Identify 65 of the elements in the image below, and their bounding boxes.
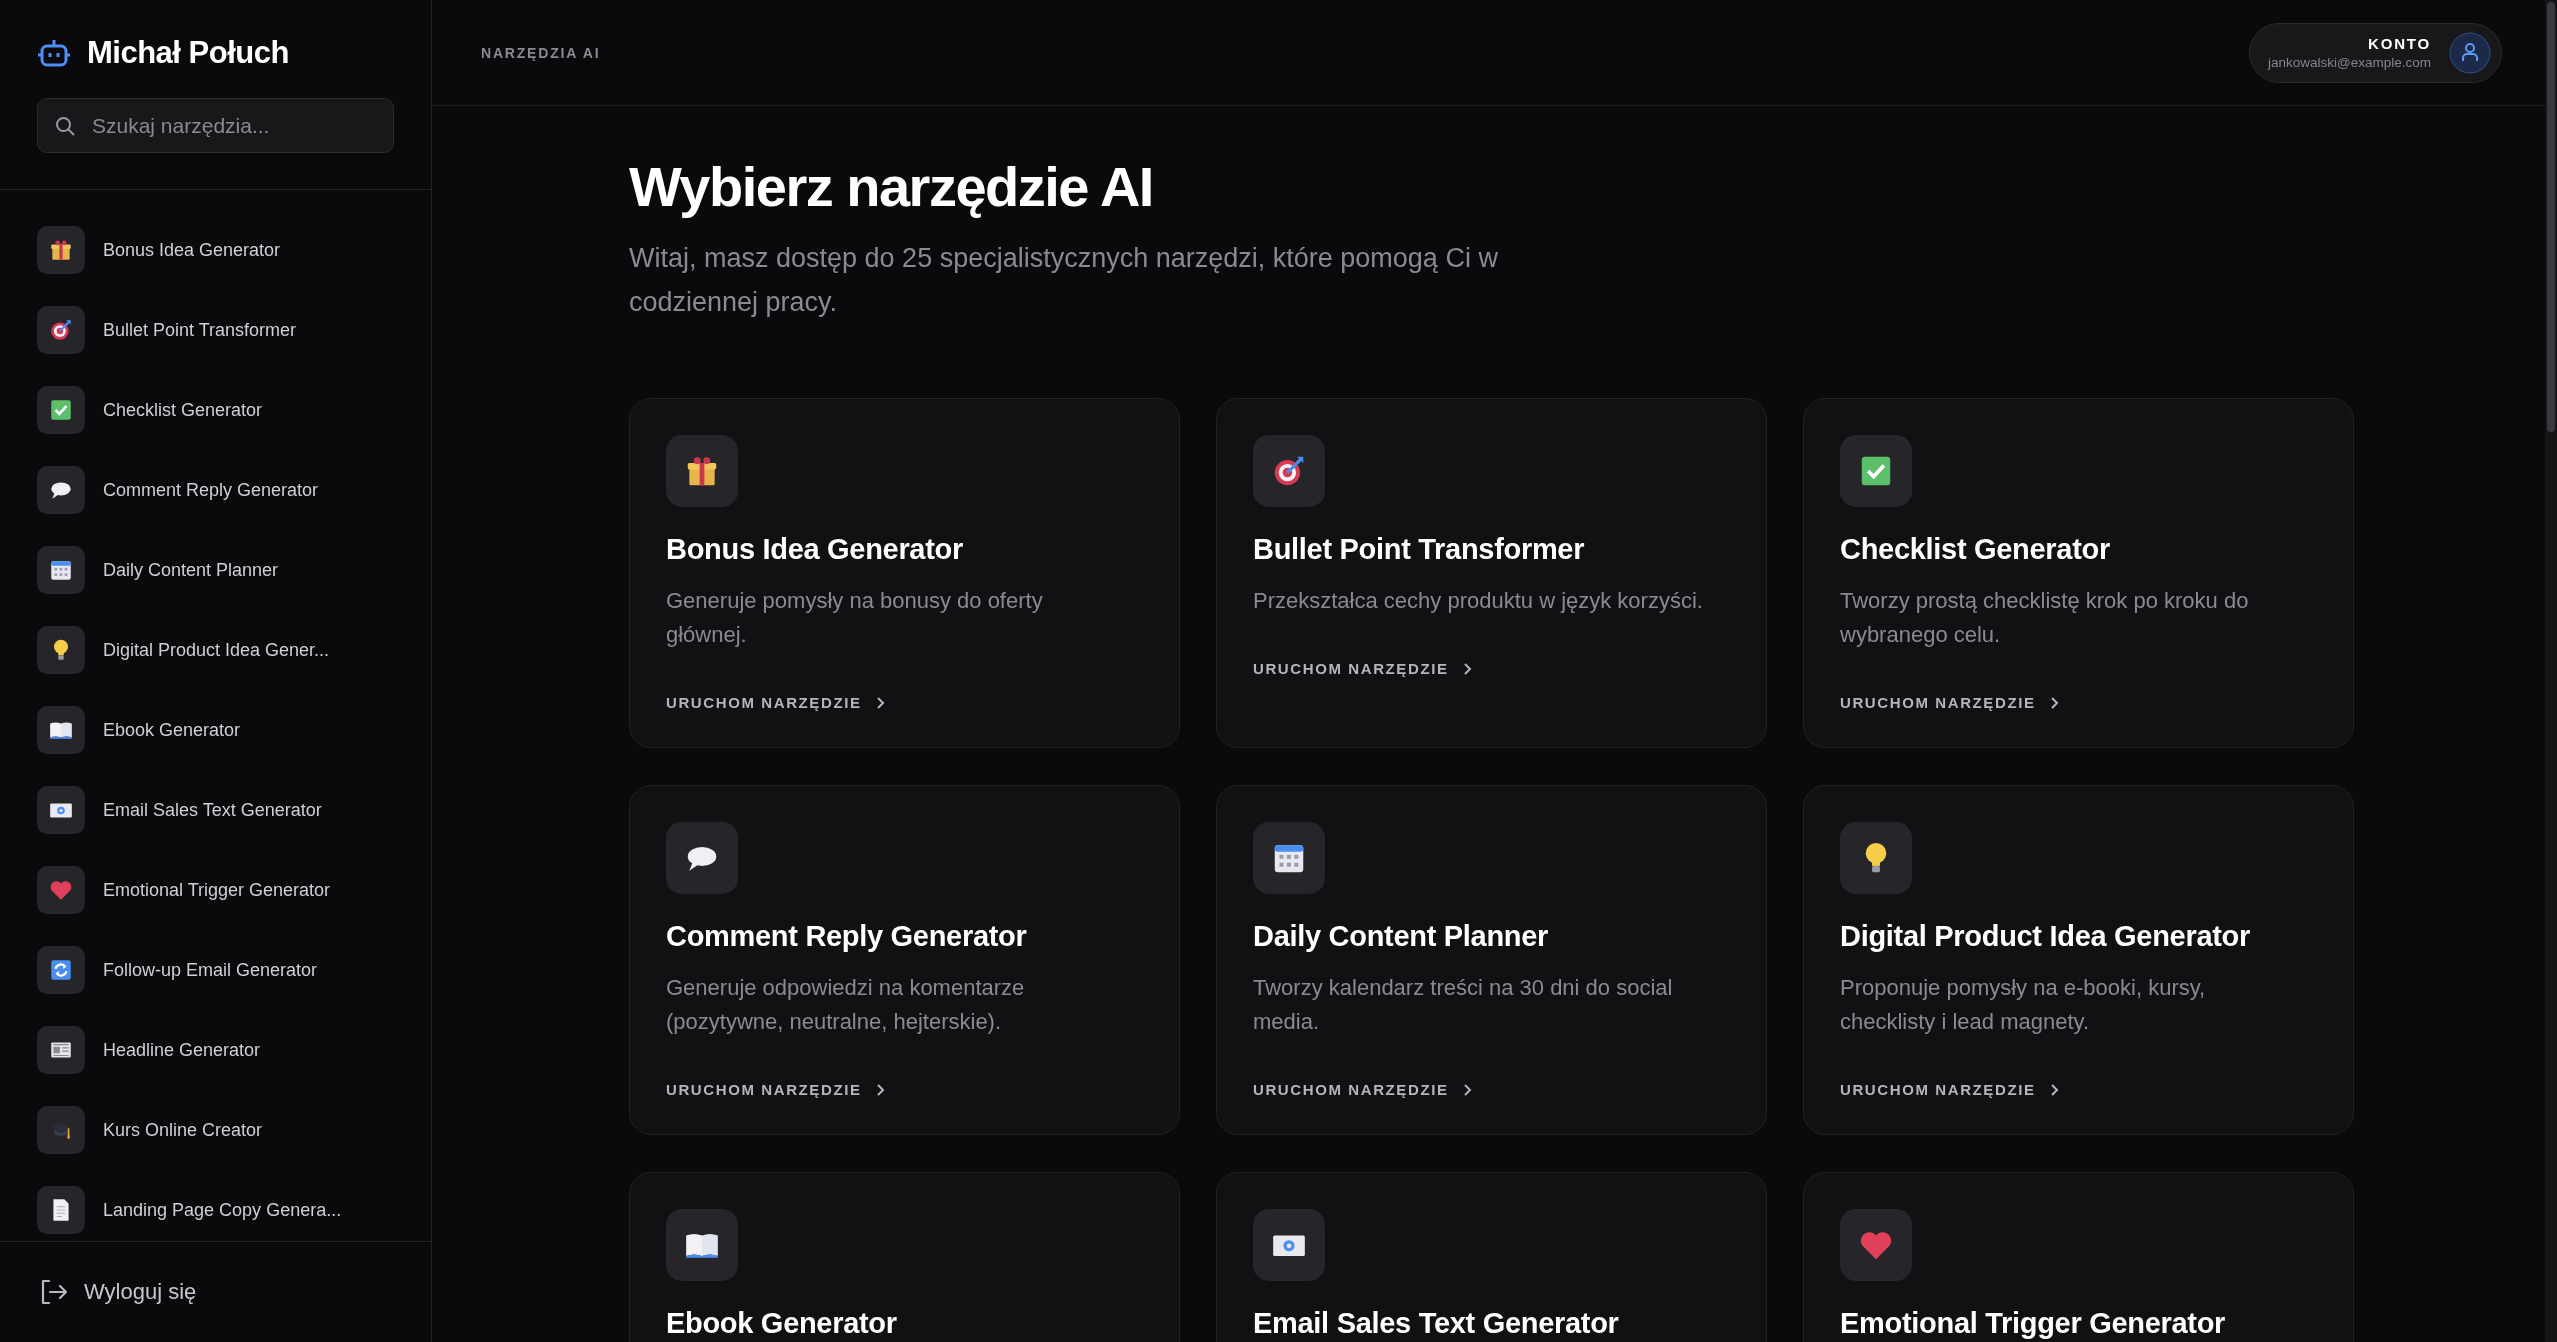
card-title: Email Sales Text Generator <box>1253 1307 1620 1340</box>
chevron-right-icon <box>2049 1082 2059 1097</box>
card-title: Bullet Point Transformer <box>1253 533 1586 566</box>
sidebar-item[interactable]: Landing Page Copy Genera... <box>37 1186 394 1234</box>
scrollbar-thumb[interactable] <box>2547 2 2555 432</box>
account-button[interactable]: KONTO jankowalski@example.com <box>2249 22 2502 83</box>
card-title: Ebook Generator <box>666 1307 898 1340</box>
breadcrumb: NARZĘDZIA AI <box>481 44 601 61</box>
tool-card[interactable]: Bullet Point Transformer Przekształca cechy produktu w język korzyści. URUCHOM NARZĘDZIE <box>1216 398 1767 748</box>
sidebar-item[interactable]: Follow-up Email Generator <box>37 946 394 994</box>
card-title: Digital Product Idea Generator <box>1840 920 2251 953</box>
chevron-right-icon <box>1462 1082 1472 1097</box>
logout-icon <box>40 1279 68 1305</box>
tool-card[interactable]: Daily Content Planner Tworzy kalendarz treści na 30 dni do social media. URUCHOM NARZĘDZIE <box>1216 785 1767 1135</box>
sidebar-item[interactable]: Daily Content Planner <box>37 546 394 594</box>
card-description: Proponuje pomysły na e-booki, kursy, checklisty i lead magnety. <box>1840 974 2207 1036</box>
robot-icon <box>37 38 71 68</box>
launch-link[interactable]: URUCHOM NARZĘDZIE <box>1840 1081 2059 1098</box>
launch-link[interactable]: URUCHOM NARZĘDZIE <box>1840 694 2059 711</box>
chevron-right-icon <box>1462 661 1472 676</box>
sidebar-item[interactable]: Ebook Generator <box>37 706 394 754</box>
card-description: Generuje pomysły na bonusy do oferty głównej. <box>666 587 1044 649</box>
refresh-icon <box>48 957 74 983</box>
sidebar-item[interactable]: Comment Reply Generator <box>37 466 394 514</box>
card-description: Tworzy kalendarz treści na 30 dni do social media. <box>1253 974 1674 1036</box>
launch-link[interactable]: URUCHOM NARZĘDZIE <box>1253 1081 1472 1098</box>
search-field[interactable]: Szukaj narzędzia... <box>37 98 394 153</box>
card-description: Tworzy prostą checklistę krok po kroku do wybranego celu. <box>1840 587 2250 649</box>
chevron-right-icon <box>875 695 885 710</box>
sidebar-item[interactable]: Emotional Trigger Generator <box>37 866 394 914</box>
card-title: Comment Reply Generator <box>666 920 1028 953</box>
search-icon <box>55 116 75 136</box>
sidebar-item[interactable]: Email Sales Text Generator <box>37 786 394 834</box>
sidebar-item[interactable]: Bonus Idea Generator <box>37 226 394 274</box>
logout-button[interactable]: Wyloguj się <box>40 1279 197 1305</box>
chevron-right-icon <box>875 1082 885 1097</box>
tool-card[interactable]: Email Sales Text Generator <box>1216 1172 1767 1342</box>
page-title: Wybierz narzędzie AI <box>629 154 1154 220</box>
card-title: Checklist Generator <box>1840 533 2111 566</box>
launch-link[interactable]: URUCHOM NARZĘDZIE <box>666 694 885 711</box>
tool-card[interactable]: Comment Reply Generator Generuje odpowiedzi na komentarze (pozytywne, neutralne, hejterskie). URUCHOM NARZĘDZIE <box>629 785 1180 1135</box>
sidebar-item[interactable]: Checklist Generator <box>37 386 394 434</box>
user-avatar-icon <box>2449 31 2491 74</box>
brand-name: Michał Połuch <box>87 35 289 71</box>
page-subtitle: Witaj, masz dostęp do 25 specjalistycznych narzędzi, które pomogą Ci w codziennej pracy. <box>629 242 1499 319</box>
tool-card[interactable]: Bonus Idea Generator Generuje pomysły na bonusy do oferty głównej. URUCHOM NARZĘDZIE <box>629 398 1180 748</box>
sidebar-item[interactable]: Kurs Online Creator <box>37 1106 394 1154</box>
scrollbar[interactable] <box>2545 0 2557 1342</box>
tool-card[interactable]: Checklist Generator Tworzy prostą checklistę krok po kroku do wybranego celu. URUCHOM NARZĘDZIE <box>1803 398 2354 748</box>
sidebar-item[interactable]: Headline Generator <box>37 1026 394 1074</box>
tool-card[interactable]: Digital Product Idea Generator Proponuje pomysły na e-booki, kursy, checklisty i lead magnety. URUCHOM NARZĘDZIE <box>1803 785 2354 1135</box>
card-title: Emotional Trigger Generator <box>1840 1307 2227 1340</box>
card-description: Generuje odpowiedzi na komentarze (pozytywne, neutralne, hejterskie). <box>666 974 1026 1036</box>
card-title: Daily Content Planner <box>1253 920 1550 953</box>
card-description: Przekształca cechy produktu w język korzyści. <box>1253 587 1704 615</box>
target-icon <box>48 317 74 343</box>
checkbox-icon <box>48 397 74 423</box>
chevron-right-icon <box>2049 695 2059 710</box>
tool-card[interactable]: Ebook Generator <box>629 1172 1180 1342</box>
launch-link[interactable]: URUCHOM NARZĘDZIE <box>1253 660 1472 677</box>
sidebar-item[interactable]: Digital Product Idea Gener... <box>37 626 394 674</box>
card-title: Bonus Idea Generator <box>666 533 964 566</box>
sidebar-item[interactable]: Bullet Point Transformer <box>37 306 394 354</box>
launch-link[interactable]: URUCHOM NARZĘDZIE <box>666 1081 885 1098</box>
tool-card[interactable]: Emotional Trigger Generator <box>1803 1172 2354 1342</box>
